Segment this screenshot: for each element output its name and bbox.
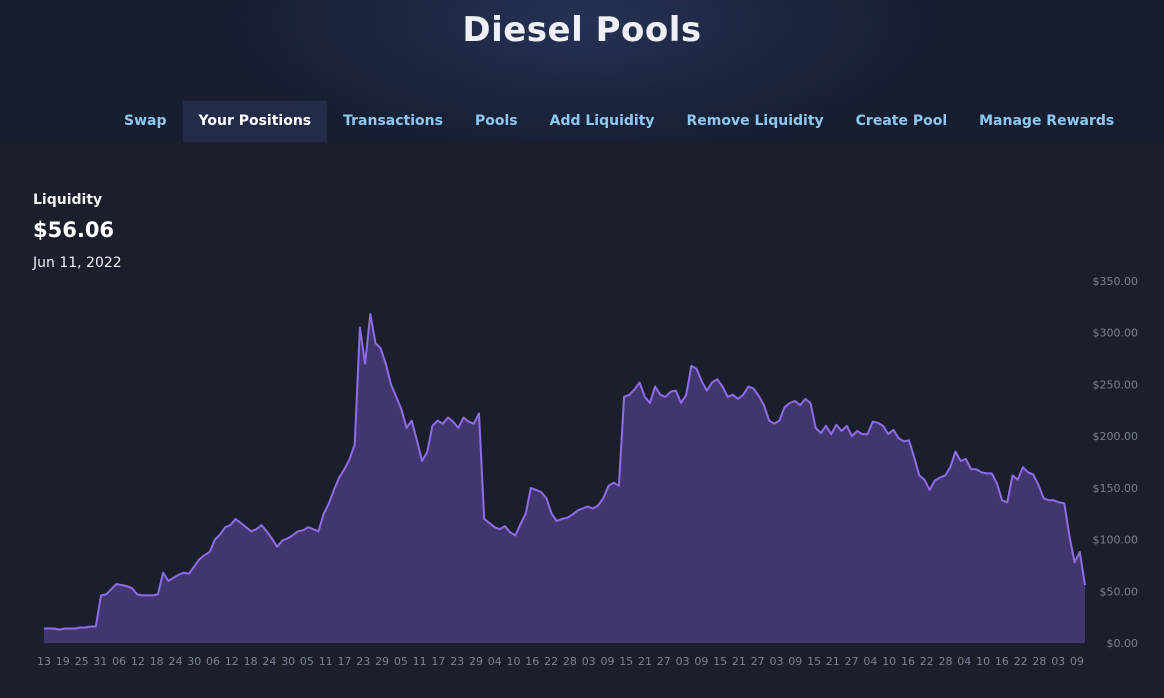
x-tick-label: 09 (694, 655, 708, 668)
x-tick-label: 12 (131, 655, 145, 668)
x-tick-label: 03 (770, 655, 784, 668)
x-tick-label: 15 (807, 655, 821, 668)
x-tick-label: 21 (638, 655, 652, 668)
x-tick-label: 31 (93, 655, 107, 668)
x-tick-label: 27 (657, 655, 671, 668)
nav-tab-manage-rewards[interactable]: Manage Rewards (963, 101, 1130, 142)
x-tick-label: 27 (751, 655, 765, 668)
nav-tab-swap[interactable]: Swap (108, 101, 183, 142)
y-tick-label: $150.00 (1093, 482, 1139, 495)
x-tick-label: 09 (601, 655, 615, 668)
x-tick-label: 11 (319, 655, 333, 668)
x-tick-label: 18 (244, 655, 258, 668)
x-tick-label: 17 (338, 655, 352, 668)
x-tick-label: 28 (1032, 655, 1046, 668)
x-tick-label: 29 (375, 655, 389, 668)
x-axis-ticks: 13 19 25 31 06 12 18 24 30 06 12 18 24 30 05 11 17 23 29 05… (37, 655, 1084, 668)
y-tick-label: $100.00 (1093, 534, 1139, 547)
main-nav: Swap Your Positions Transactions Pools A… (108, 101, 1130, 142)
x-tick-label: 24 (262, 655, 276, 668)
y-tick-label: $0.00 (1107, 637, 1139, 650)
x-tick-label: 05 (394, 655, 408, 668)
x-tick-label: 28 (563, 655, 577, 668)
nav-tab-remove-liquidity[interactable]: Remove Liquidity (671, 101, 840, 142)
y-tick-label: $250.00 (1093, 378, 1139, 391)
nav-tab-add-liquidity[interactable]: Add Liquidity (534, 101, 671, 142)
liquidity-area (44, 314, 1085, 643)
x-tick-label: 22 (1014, 655, 1028, 668)
x-tick-label: 17 (431, 655, 445, 668)
x-tick-label: 29 (469, 655, 483, 668)
x-tick-label: 28 (939, 655, 953, 668)
liquidity-date: Jun 11, 2022 (33, 255, 122, 271)
x-tick-label: 06 (112, 655, 126, 668)
liquidity-label: Liquidity (33, 192, 103, 208)
chart-area-layer (44, 313, 1086, 643)
x-tick-label: 06 (206, 655, 220, 668)
nav-tab-pools[interactable]: Pools (459, 101, 534, 142)
x-tick-label: 04 (957, 655, 971, 668)
x-tick-label: 30 (281, 655, 295, 668)
x-tick-label: 21 (732, 655, 746, 668)
y-tick-label: $50.00 (1100, 585, 1139, 598)
x-tick-label: 10 (976, 655, 990, 668)
y-tick-label: $300.00 (1093, 327, 1139, 340)
liquidity-value: $56.06 (33, 218, 115, 242)
x-tick-label: 16 (525, 655, 539, 668)
x-tick-label: 15 (619, 655, 633, 668)
x-tick-label: 22 (920, 655, 934, 668)
page-title: Diesel Pools (462, 10, 702, 50)
x-tick-label: 12 (225, 655, 239, 668)
x-tick-label: 10 (882, 655, 896, 668)
y-axis-ticks: $0.00 $50.00 $100.00 $150.00 $200.00 $250.00 $… (1093, 275, 1139, 650)
x-tick-label: 10 (507, 655, 521, 668)
x-tick-label: 23 (356, 655, 370, 668)
liquidity-chart[interactable]: $0.00 $50.00 $100.00 $150.00 $200.00 $250.00 $… (0, 270, 1164, 690)
y-tick-label: $350.00 (1093, 275, 1139, 288)
x-tick-label: 04 (488, 655, 502, 668)
x-tick-label: 16 (995, 655, 1009, 668)
x-tick-label: 16 (901, 655, 915, 668)
nav-tab-transactions[interactable]: Transactions (327, 101, 459, 142)
x-tick-label: 03 (1051, 655, 1065, 668)
x-tick-label: 11 (413, 655, 427, 668)
x-tick-label: 03 (582, 655, 596, 668)
x-tick-label: 09 (788, 655, 802, 668)
x-tick-label: 24 (169, 655, 183, 668)
x-tick-label: 15 (713, 655, 727, 668)
x-tick-label: 19 (56, 655, 70, 668)
header-banner: Diesel Pools Swap Your Positions Transac… (0, 0, 1164, 142)
x-tick-label: 04 (863, 655, 877, 668)
x-tick-label: 30 (187, 655, 201, 668)
nav-tab-create-pool[interactable]: Create Pool (840, 101, 963, 142)
nav-tab-your-positions[interactable]: Your Positions (182, 101, 328, 142)
x-tick-label: 18 (150, 655, 164, 668)
x-tick-label: 23 (450, 655, 464, 668)
x-tick-label: 09 (1070, 655, 1084, 668)
x-tick-label: 22 (544, 655, 558, 668)
x-tick-label: 27 (845, 655, 859, 668)
x-tick-label: 05 (300, 655, 314, 668)
x-tick-label: 13 (37, 655, 51, 668)
x-tick-label: 25 (75, 655, 89, 668)
x-tick-label: 21 (826, 655, 840, 668)
y-tick-label: $200.00 (1093, 430, 1139, 443)
x-tick-label: 03 (676, 655, 690, 668)
